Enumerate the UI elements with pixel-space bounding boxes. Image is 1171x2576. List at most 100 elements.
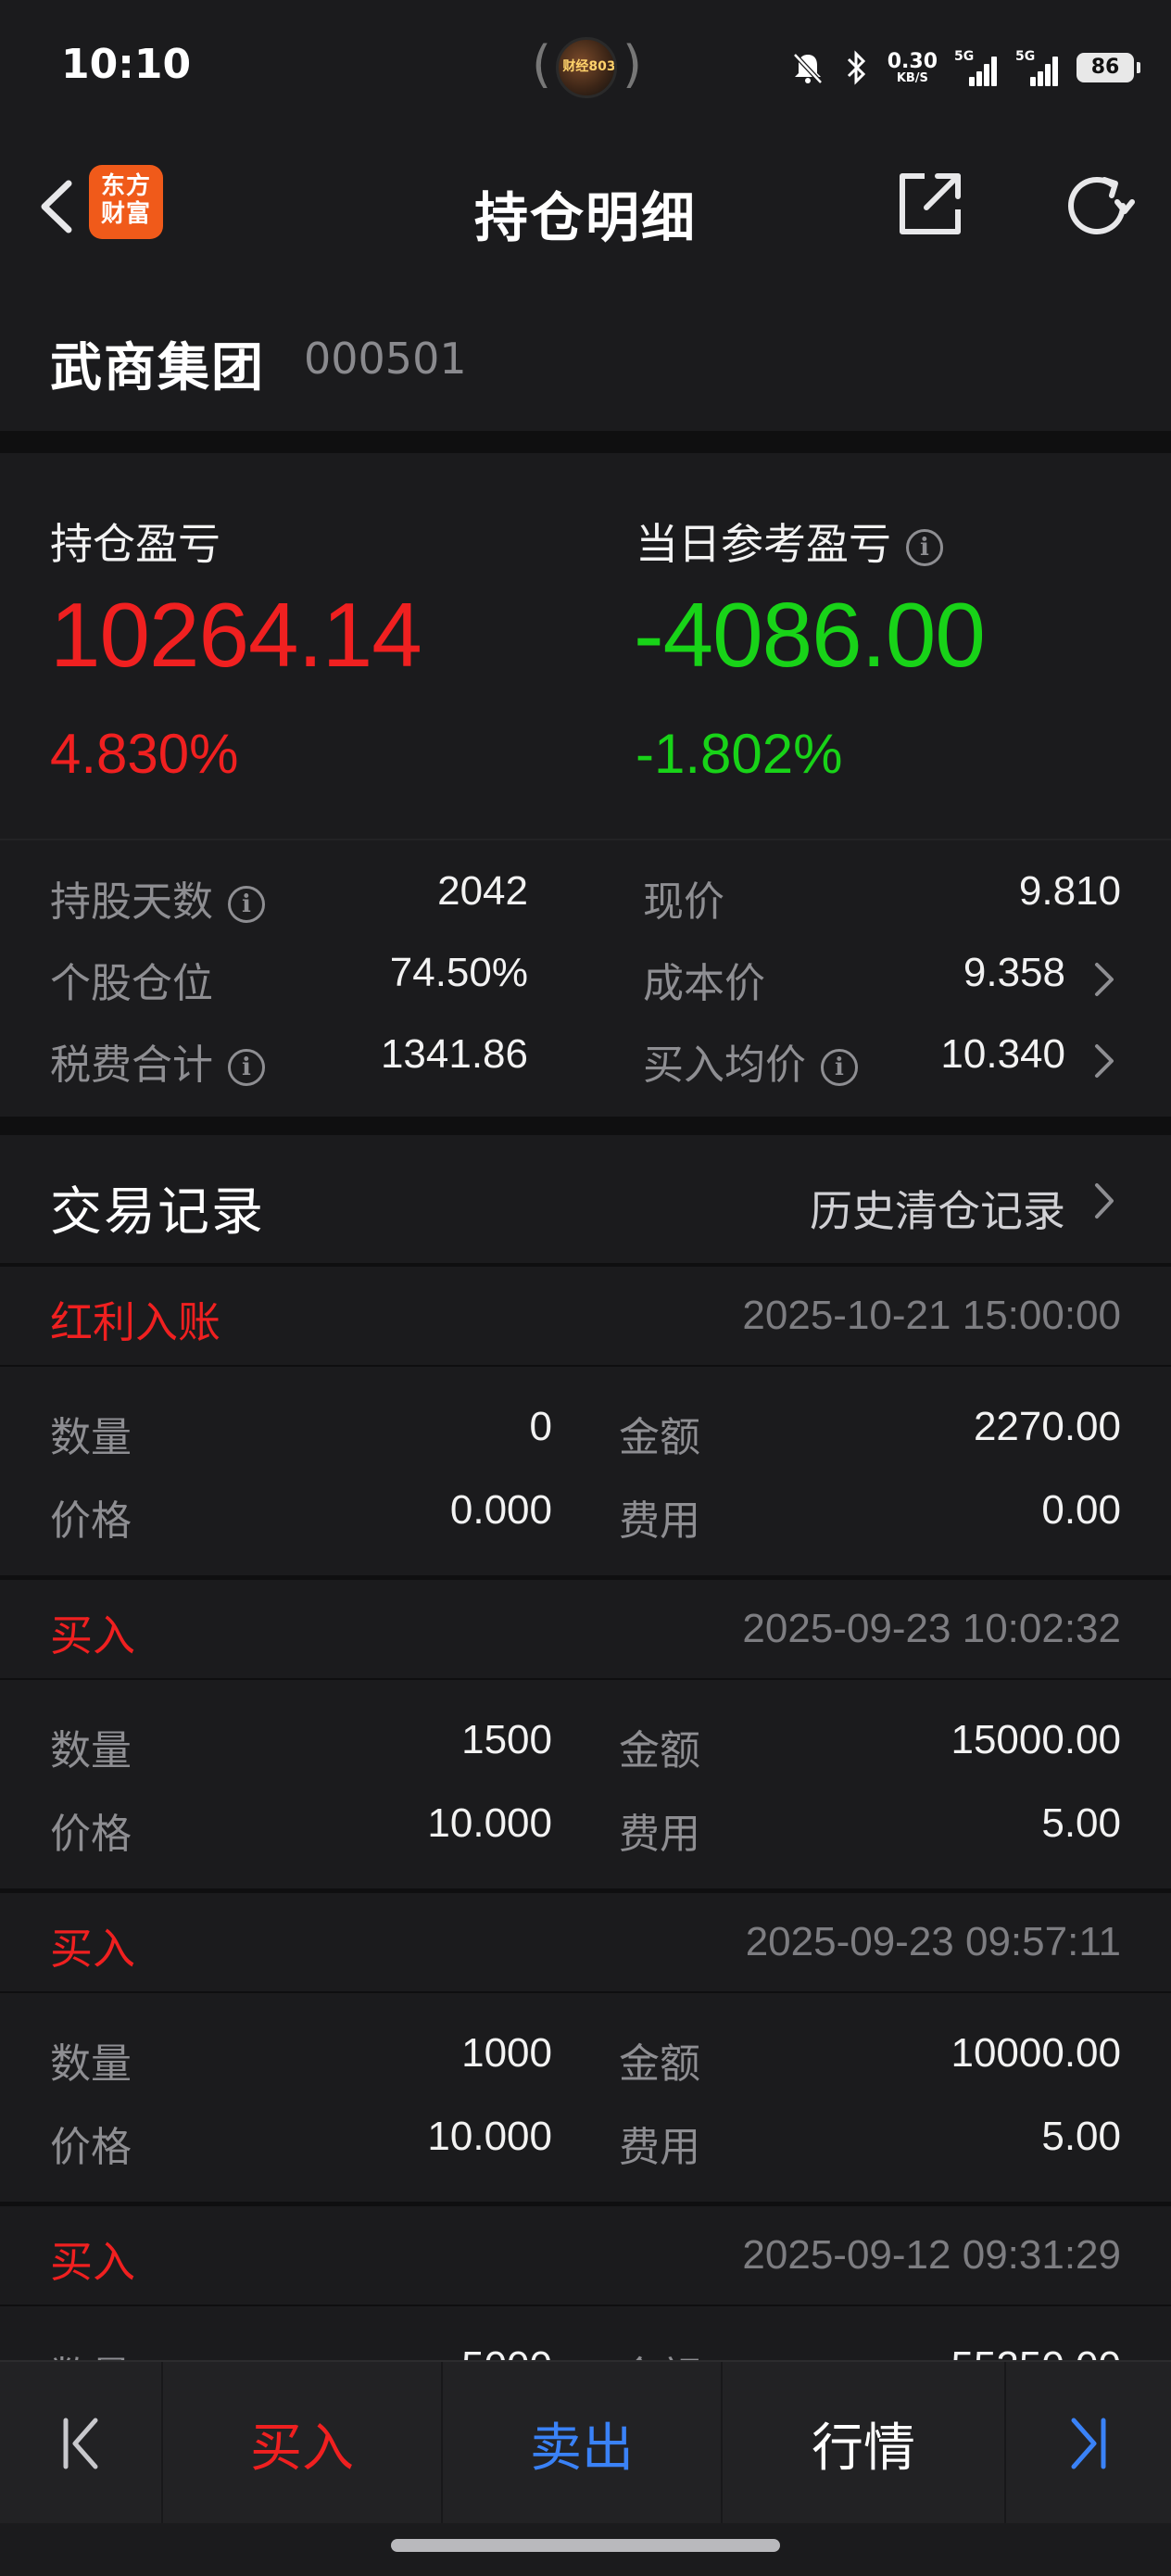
dynamic-island: ( 财经803 ) [532, 32, 642, 106]
fee-label: 费用 [619, 2124, 700, 2171]
qty-label: 数量 [50, 1414, 132, 1461]
holding-pl-percent: 4.830% [50, 723, 239, 785]
price-label: 价格 [50, 1497, 132, 1545]
buy-button[interactable]: 买入 [163, 2362, 443, 2525]
holding-pl-value: 10264.14 [50, 584, 422, 686]
cost-price-label[interactable]: 成本价 [643, 950, 765, 1009]
amount-value: 2270.00 [973, 1404, 1121, 1449]
divider [0, 1678, 1171, 1680]
avg-buy-value[interactable]: 10.340 [940, 1031, 1065, 1078]
market-button[interactable]: 行情 [723, 2362, 1006, 2525]
record-type: 买入 [50, 2237, 135, 2287]
divider [0, 1991, 1171, 1993]
section-divider [0, 1117, 1171, 1135]
signal-1-label: 5G [954, 49, 975, 64]
trade-records-header: 交易记录 历史清仓记录 [0, 1135, 1171, 1263]
trade-record[interactable]: 买入 2025-09-23 09:57:11 数量 1000 金额 10000.… [0, 1893, 1171, 2206]
divider [0, 1365, 1171, 1367]
page-title: 持仓明细 [473, 186, 697, 249]
profit-loss-panel: 持仓盈亏 当日参考盈亏 i 10264.14 -4086.00 4.830% -1… [0, 453, 1171, 831]
history-clear-link[interactable]: 历史清仓记录 [810, 1178, 1065, 1239]
trade-record[interactable]: 买入 2025-09-12 09:31:29 数量 5000 金额 55250.… [0, 2206, 1171, 2360]
record-type: 买入 [50, 1610, 135, 1661]
amount-value: 10000.00 [951, 2030, 1121, 2076]
mute-bell-icon [792, 53, 823, 84]
stock-name: 武商集团 [50, 338, 265, 398]
stat-row: 税费合计 i 1341.86 买入均价 i 10.340 [0, 1031, 1171, 1113]
amount-label: 金额 [619, 2040, 700, 2088]
status-time: 10:10 [61, 41, 192, 88]
signal-2-label: 5G [1015, 49, 1036, 64]
hold-days-label-wrap: 持股天数 i [50, 868, 265, 928]
fees-label-wrap: 税费合计 i [50, 1031, 265, 1091]
hold-days-value: 2042 [437, 868, 528, 914]
fee-label: 费用 [619, 1497, 700, 1545]
qty-value: 0 [529, 1404, 552, 1449]
left-bracket: ( [532, 35, 552, 94]
amount-label: 金额 [619, 1414, 700, 1461]
right-bracket: ) [623, 35, 643, 94]
fee-value: 5.00 [1041, 1800, 1121, 1846]
stat-row: 持股天数 i 2042 现价 9.810 [0, 868, 1171, 950]
divider [0, 2305, 1171, 2306]
record-time: 2025-09-23 10:02:32 [742, 1606, 1121, 1651]
bluetooth-icon [847, 50, 865, 85]
info-icon[interactable]: i [228, 1049, 265, 1086]
qty-value: 5000 [461, 2343, 552, 2360]
info-icon[interactable]: i [228, 886, 265, 923]
signal-icon-2: 5G [1015, 49, 1060, 86]
chevron-right-icon[interactable] [1089, 1041, 1117, 1081]
signal-icon-1: 5G [954, 49, 999, 86]
holding-stats: 持股天数 i 2042 现价 9.810 个股仓位 74.50% 成本价 9.35… [0, 839, 1171, 1117]
market-label: 行情 [812, 2418, 915, 2479]
skip-first-icon [63, 2418, 98, 2469]
amount-value: 15000.00 [951, 1717, 1121, 1762]
status-bar: 10:10 ( 财经803 ) 0.30 KB/S 5G 5G 86 [0, 0, 1171, 139]
section-divider [0, 431, 1171, 453]
price-value: 0.000 [449, 1487, 552, 1533]
qty-label: 数量 [50, 2040, 132, 2088]
info-icon[interactable]: i [906, 528, 943, 566]
hold-days-label: 持股天数 [50, 878, 213, 926]
fee-label: 费用 [619, 1811, 700, 1858]
cost-price-value[interactable]: 9.358 [963, 950, 1065, 996]
position-label: 个股仓位 [50, 960, 213, 1007]
battery-icon: 86 [1077, 53, 1140, 82]
info-icon[interactable]: i [821, 1049, 858, 1086]
net-speed-value: 0.30 [887, 49, 938, 73]
avatar-label: 财经803 [562, 59, 616, 74]
record-time: 2025-09-12 09:31:29 [742, 2232, 1121, 2278]
nav-bar: 东方 财富 持仓明细 [0, 139, 1171, 278]
avg-buy-label-wrap[interactable]: 买入均价 i [643, 1031, 858, 1091]
status-icons: 0.30 KB/S 5G 5G 86 [789, 44, 1140, 91]
chevron-right-icon[interactable] [1089, 1180, 1117, 1222]
trade-records-title: 交易记录 [50, 1182, 265, 1243]
avg-buy-label: 买入均价 [643, 1042, 806, 1089]
current-price-value: 9.810 [1018, 868, 1121, 914]
last-item-button[interactable] [1006, 2362, 1171, 2525]
price-label: 价格 [50, 1811, 132, 1858]
stat-row: 个股仓位 74.50% 成本价 9.358 [0, 950, 1171, 1031]
sell-button[interactable]: 卖出 [443, 2362, 723, 2525]
price-value: 10.000 [427, 2114, 552, 2159]
position-value: 74.50% [389, 950, 528, 995]
chevron-right-icon[interactable] [1089, 959, 1117, 1000]
share-icon[interactable] [893, 167, 967, 241]
fee-value: 5.00 [1041, 2114, 1121, 2159]
skip-last-icon [1071, 2418, 1106, 2469]
stock-code: 000501 [304, 334, 467, 384]
amount-label: 金额 [619, 2343, 700, 2360]
net-speed: 0.30 KB/S [887, 49, 938, 85]
first-item-button[interactable] [0, 2362, 163, 2525]
stock-header: 武商集团 000501 [0, 278, 1171, 431]
trade-record[interactable]: 买入 2025-09-23 10:02:32 数量 1500 金额 15000.… [0, 1580, 1171, 1893]
avatar: 财经803 [556, 37, 617, 98]
net-speed-unit: KB/S [896, 70, 928, 85]
trade-record[interactable]: 红利入账 2025-10-21 15:00:00 数量 0 金额 2270.00… [0, 1267, 1171, 1580]
record-type: 买入 [50, 1924, 135, 1974]
amount-label: 金额 [619, 1727, 700, 1774]
bottom-toolbar: 买入 卖出 行情 [0, 2360, 1171, 2525]
refresh-icon[interactable] [1058, 167, 1136, 245]
home-indicator[interactable] [391, 2539, 780, 2552]
record-type: 红利入账 [50, 1297, 220, 1347]
